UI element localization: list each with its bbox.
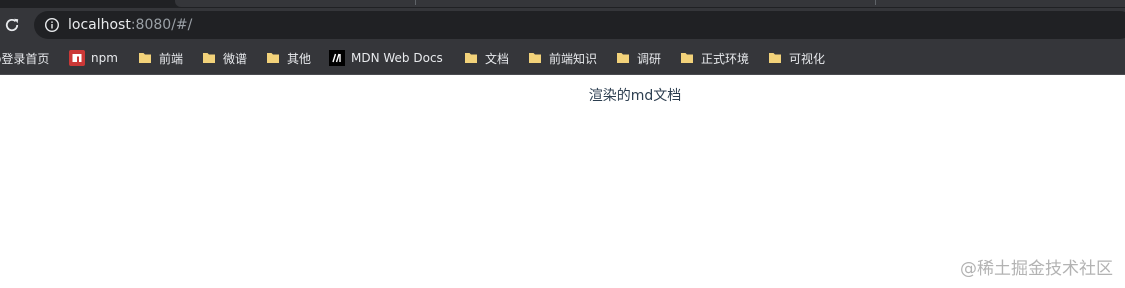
address-bar[interactable]: localhost:8080/#/ <box>34 11 1125 39</box>
bookmark-folder-production[interactable]: 正式环境 <box>679 48 749 68</box>
bookmarks-bar: o登录首页 npm 前端 微谱 其他 <box>0 42 1125 75</box>
folder-icon <box>265 50 281 66</box>
url-host: localhost <box>68 17 131 33</box>
folder-icon <box>615 50 631 66</box>
bookmark-label: 调研 <box>637 51 662 66</box>
bookmark-label: 前端 <box>159 51 184 66</box>
active-tab[interactable] <box>175 0 1125 7</box>
reload-button[interactable] <box>0 14 24 36</box>
bookmark-label: 文档 <box>485 51 510 66</box>
bookmark-label: 前端知识 <box>549 51 598 66</box>
bookmark-folder-research[interactable]: 调研 <box>615 48 661 68</box>
bookmark-npm[interactable]: npm <box>69 48 118 68</box>
bookmark-mdn[interactable]: MDN Web Docs <box>329 48 443 68</box>
bookmark-label: 微谱 <box>223 51 248 66</box>
bookmark-label: 正式环境 <box>701 51 750 66</box>
folder-icon <box>463 50 479 66</box>
npm-icon <box>69 50 85 66</box>
page-heading: 渲染的md文档 <box>588 88 682 104</box>
mdn-icon <box>329 50 345 66</box>
bookmark-label: 可视化 <box>789 51 826 66</box>
bookmark-folder-weipu[interactable]: 微谱 <box>201 48 247 68</box>
folder-icon <box>527 50 543 66</box>
site-info-icon[interactable] <box>44 17 60 33</box>
bookmark-label: npm <box>91 51 118 65</box>
bookmark-folder-frontend[interactable]: 前端 <box>137 48 183 68</box>
tab-separator <box>415 0 416 5</box>
watermark: @稀土掘金技术社区 <box>960 259 1113 279</box>
folder-icon <box>137 50 153 66</box>
reload-icon <box>5 18 19 32</box>
bookmark-folder-visualization[interactable]: 可视化 <box>767 48 825 68</box>
folder-icon <box>201 50 217 66</box>
bookmark-label: o登录首页 <box>0 51 50 66</box>
bookmark-login-home[interactable]: o登录首页 <box>0 48 49 68</box>
bookmark-label: MDN Web Docs <box>351 51 443 65</box>
folder-icon <box>679 50 695 66</box>
browser-toolbar: localhost:8080/#/ <box>0 8 1125 42</box>
bookmark-folder-docs[interactable]: 文档 <box>463 48 509 68</box>
bookmark-label: 其他 <box>287 51 312 66</box>
bookmark-folder-frontend-knowledge[interactable]: 前端知识 <box>527 48 597 68</box>
tab-separator <box>875 0 876 5</box>
folder-icon <box>767 50 783 66</box>
bookmark-folder-other[interactable]: 其他 <box>265 48 311 68</box>
url-path: :8080/#/ <box>130 17 193 33</box>
url-text[interactable]: localhost:8080/#/ <box>68 16 192 34</box>
